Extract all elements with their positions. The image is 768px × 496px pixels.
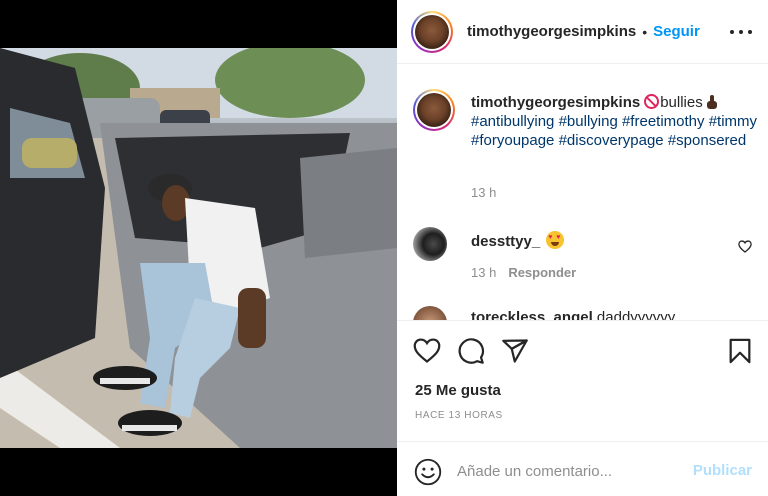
hashtag[interactable]: #discoverypage xyxy=(559,132,664,149)
header-username[interactable]: timothygeorgesimpkins xyxy=(467,23,636,40)
more-options-icon[interactable] xyxy=(730,22,752,42)
post-media xyxy=(0,0,397,496)
commenter-avatar[interactable] xyxy=(413,227,447,261)
comments-area: timothygeorgesimpkins bullies #antibullyi… xyxy=(397,65,768,320)
comment-meta: 13 h Responder xyxy=(471,265,576,280)
hashtag[interactable]: #antibullying xyxy=(471,113,554,130)
header-separator: • xyxy=(642,23,648,40)
caption-avatar xyxy=(417,93,451,127)
action-icons xyxy=(413,337,754,365)
share-send-icon[interactable] xyxy=(501,337,529,365)
publish-button[interactable]: Publicar xyxy=(693,462,752,479)
comment-item: toreckless_angel daddyyyyyy xyxy=(413,306,758,320)
post-panel: timothygeorgesimpkins • Seguir timothyge… xyxy=(397,0,768,496)
post-actions: 25 Me gusta HACE 13 HORAS xyxy=(397,320,768,440)
caption-text: timothygeorgesimpkins bullies #antibullyi… xyxy=(471,93,761,150)
avatar xyxy=(415,14,449,49)
story-ring[interactable] xyxy=(411,10,453,53)
comment-item: dessttyy_ ♥ ♥ 13 h Responder xyxy=(413,227,758,287)
commenter-avatar[interactable] xyxy=(413,306,447,320)
caption-avatar-border xyxy=(415,91,453,129)
avatar-border xyxy=(413,12,451,51)
emoji-smile-icon[interactable] xyxy=(414,458,442,486)
caption-time[interactable]: 13 h xyxy=(471,185,496,200)
like-heart-icon[interactable] xyxy=(413,337,441,365)
hashtag[interactable]: #foryoupage xyxy=(471,132,554,149)
hashtag[interactable]: #sponsered xyxy=(668,132,746,149)
post-photo[interactable] xyxy=(0,48,397,448)
post-timestamp[interactable]: HACE 13 HORAS xyxy=(415,410,503,421)
caption-username[interactable]: timothygeorgesimpkins xyxy=(471,94,640,111)
post-header: timothygeorgesimpkins • Seguir xyxy=(397,0,768,64)
follow-button[interactable]: Seguir xyxy=(653,23,700,40)
comment-time[interactable]: 13 h xyxy=(471,265,496,280)
hashtag[interactable]: #timmy xyxy=(709,113,757,130)
hashtag[interactable]: #freetimothy xyxy=(622,113,705,130)
save-bookmark-icon[interactable] xyxy=(726,337,754,365)
no-entry-emoji-icon xyxy=(644,94,660,109)
commenter-username[interactable]: toreckless_angel xyxy=(471,309,593,320)
hashtag[interactable]: #bullying xyxy=(559,113,618,130)
comment-like-heart-icon[interactable] xyxy=(738,240,752,253)
comment-body: daddyyyyyy xyxy=(596,309,676,320)
pointing-finger-emoji-icon xyxy=(706,95,717,109)
caption-story-ring[interactable] xyxy=(413,89,455,131)
comment-text: dessttyy_ ♥ ♥ xyxy=(471,231,565,250)
heart-eyes-emoji-icon: ♥ ♥ xyxy=(546,231,565,249)
comment-input[interactable] xyxy=(457,460,677,482)
reply-button[interactable]: Responder xyxy=(508,265,576,280)
comment-bubble-icon[interactable] xyxy=(457,337,485,365)
photo-illustration xyxy=(0,48,397,448)
commenter-username[interactable]: dessttyy_ xyxy=(471,233,540,250)
caption-word: bullies xyxy=(660,94,703,111)
comment-text: toreckless_angel daddyyyyyy xyxy=(471,309,675,320)
add-comment-bar: Publicar xyxy=(397,441,768,496)
likes-count[interactable]: 25 Me gusta xyxy=(415,382,501,399)
